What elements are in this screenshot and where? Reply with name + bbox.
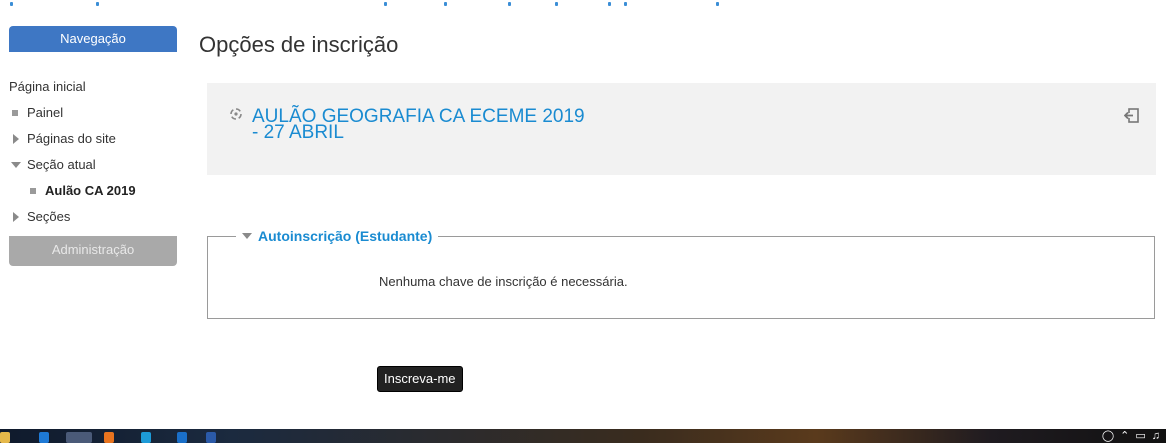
course-icon <box>230 108 242 120</box>
course-title-link[interactable]: AULÃO GEOGRAFIA CA ECEME 2019 - 27 ABRIL <box>252 107 652 143</box>
bullet-icon <box>30 188 36 194</box>
expand-arrow-icon[interactable] <box>13 134 19 144</box>
expand-arrow-icon[interactable] <box>13 212 19 222</box>
nav-item-dashboard[interactable]: Painel <box>0 100 178 126</box>
nav-item-label[interactable]: Seção atual <box>27 152 96 178</box>
nav-item-label[interactable]: Seções <box>27 204 70 230</box>
page-title: Opções de inscrição <box>199 32 399 57</box>
enrolment-key-message: Nenhuma chave de inscrição é necessária. <box>379 274 628 289</box>
self-enrolment-fieldset: Autoinscrição (Estudante) Nenhuma chave … <box>207 228 1155 319</box>
top-breadcrumb-fragments <box>0 0 1166 14</box>
navigation-tree: Página inicial Painel Páginas do site Se… <box>0 52 178 230</box>
system-tray: ◯ ⌃ ▭ ♫ <box>1096 429 1160 443</box>
firefox-icon[interactable] <box>104 432 114 443</box>
edge-icon[interactable] <box>39 432 49 443</box>
course-title-line2[interactable]: - 27 ABRIL <box>252 122 344 143</box>
word-icon[interactable] <box>206 432 216 443</box>
nav-item-label[interactable]: Página inicial <box>9 74 86 100</box>
enrol-me-button[interactable]: Inscreva-me <box>377 366 463 392</box>
course-info-box: AULÃO GEOGRAFIA CA ECEME 2019 - 27 ABRIL <box>207 83 1156 175</box>
bullet-icon <box>12 110 18 116</box>
nav-item-site-pages[interactable]: Páginas do site <box>0 126 178 152</box>
nav-item-label[interactable]: Painel <box>27 100 63 126</box>
self-enrolment-legend[interactable]: Autoinscrição (Estudante) <box>236 228 439 245</box>
collapse-arrow-icon[interactable] <box>11 162 21 168</box>
navigation-block-header[interactable]: Navegação <box>9 26 177 52</box>
collapse-arrow-icon[interactable] <box>242 233 252 239</box>
nav-item-current-section[interactable]: Seção atual <box>0 152 178 178</box>
administration-block-header[interactable]: Administração <box>9 236 177 266</box>
sidebar: Navegação Página inicial Painel Páginas … <box>0 26 178 266</box>
skype-icon[interactable] <box>141 432 151 443</box>
volume-icon[interactable]: ♫ <box>1152 430 1160 442</box>
self-enrolment-legend-text[interactable]: Autoinscrição (Estudante) <box>258 228 432 244</box>
file-explorer-icon[interactable] <box>0 432 10 443</box>
nav-item-label[interactable]: Páginas do site <box>27 126 116 152</box>
chrome-icon[interactable] <box>66 432 92 443</box>
chevron-up-icon[interactable]: ⌃ <box>1120 430 1129 442</box>
enrol-icon[interactable] <box>1124 107 1142 125</box>
nav-item-current-course[interactable]: Aulão CA 2019 <box>0 178 178 204</box>
nav-item-label[interactable]: Aulão CA 2019 <box>45 178 136 204</box>
nav-item-sections[interactable]: Seções <box>0 204 178 230</box>
network-icon[interactable]: ▭ <box>1135 430 1145 442</box>
people-icon[interactable]: ◯ <box>1102 430 1114 442</box>
windows-taskbar: ◯ ⌃ ▭ ♫ <box>0 429 1166 443</box>
nav-item-home[interactable]: Página inicial <box>0 74 178 100</box>
outlook-icon[interactable] <box>177 432 187 443</box>
